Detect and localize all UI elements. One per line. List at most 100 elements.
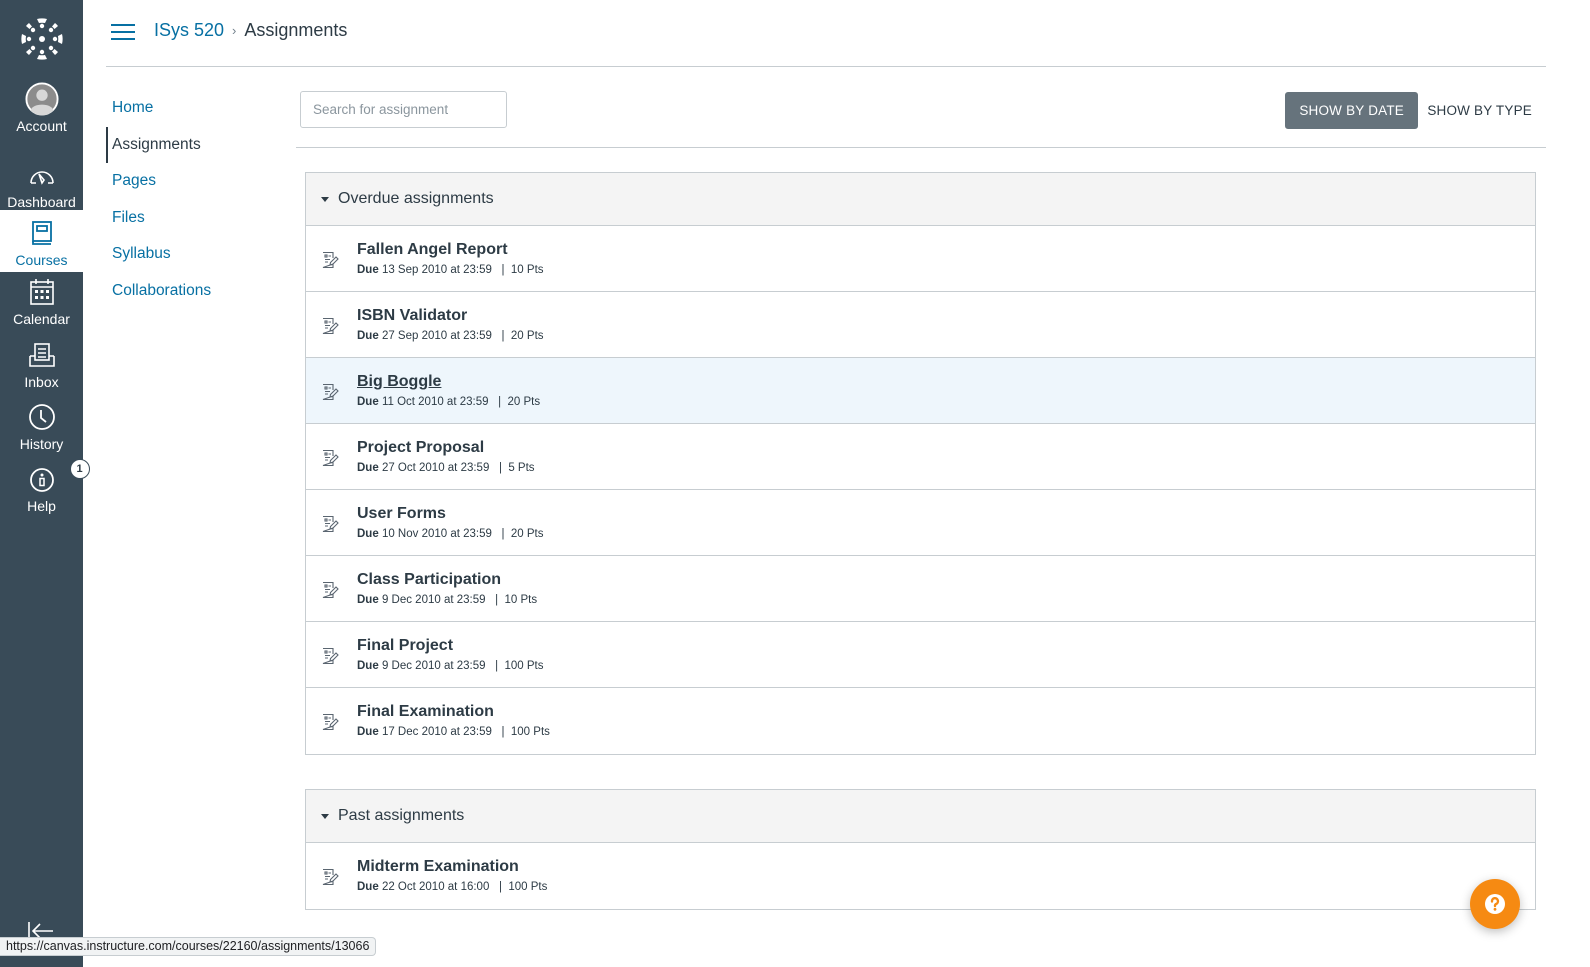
assignment-row[interactable]: Fallen Angel Report Due 13 Sep 2010 at 2…: [306, 226, 1535, 292]
caret-down-icon: [321, 196, 329, 202]
due-label: Due: [357, 462, 379, 474]
points: 100 Pts: [508, 881, 548, 893]
assignment-title-link[interactable]: Fallen Angel Report: [357, 241, 508, 259]
page-header: ISys 520 › Assignments: [106, 0, 1546, 67]
global-nav-inbox[interactable]: Inbox: [0, 338, 83, 396]
due-date: 27 Sep 2010 at 23:59: [381, 330, 492, 342]
global-nav-calendar-label: Calendar: [13, 311, 70, 327]
group-title: Past assignments: [338, 807, 465, 824]
global-nav-history[interactable]: History: [0, 400, 83, 458]
assignment-icon: [321, 713, 339, 731]
assignment-icon: [321, 317, 339, 335]
global-nav-courses-label: Courses: [15, 252, 68, 268]
points: 20 Pts: [510, 330, 544, 342]
due-date: 17 Dec 2010 at 23:59: [381, 726, 492, 738]
assignment-meta: Due 27 Oct 2010 at 23:59 | 5 Pts: [357, 462, 535, 474]
points: 20 Pts: [507, 396, 541, 408]
due-date: 9 Dec 2010 at 23:59: [381, 660, 486, 672]
due-date: 10 Nov 2010 at 23:59: [381, 528, 492, 540]
hamburger-icon: [111, 24, 135, 26]
canvas-logo[interactable]: [0, 10, 83, 68]
breadcrumb-separator-icon: ›: [232, 23, 237, 38]
global-nav-help-label: Help: [27, 498, 56, 514]
due-label: Due: [357, 396, 379, 408]
assignment-group-overdue: Overdue assignments Fallen Angel Report …: [305, 172, 1536, 755]
assignment-title-link[interactable]: ISBN Validator: [357, 307, 467, 325]
global-nav: Account Dashboard Courses Calendar Inbox…: [0, 0, 90, 967]
assignment-icon: [321, 515, 339, 533]
group-header-overdue[interactable]: Overdue assignments: [306, 173, 1535, 226]
due-label: Due: [357, 881, 379, 893]
assignment-meta: Due 10 Nov 2010 at 23:59 | 20 Pts: [357, 528, 544, 540]
assignment-title-link[interactable]: Big Boggle: [357, 373, 441, 391]
assignment-row[interactable]: ISBN Validator Due 27 Sep 2010 at 23:59 …: [306, 292, 1535, 358]
course-nav-collaborations[interactable]: Collaborations: [106, 273, 286, 310]
history-icon: [25, 400, 59, 434]
assignment-icon: [321, 647, 339, 665]
breadcrumb: ISys 520 › Assignments: [154, 20, 347, 41]
course-nav-files[interactable]: Files: [106, 200, 286, 237]
group-header-past[interactable]: Past assignments: [306, 790, 1535, 843]
inbox-icon: [25, 338, 59, 372]
global-nav-inbox-label: Inbox: [24, 374, 59, 390]
assignment-row[interactable]: Final Examination Due 17 Dec 2010 at 23:…: [306, 688, 1535, 754]
assignment-title-link[interactable]: Class Participation: [357, 571, 501, 589]
due-label: Due: [357, 528, 379, 540]
global-nav-courses[interactable]: Courses: [0, 210, 83, 272]
assignment-meta: Due 11 Oct 2010 at 23:59 | 20 Pts: [357, 396, 541, 408]
course-nav-home[interactable]: Home: [106, 90, 286, 127]
assignment-row[interactable]: User Forms Due 10 Nov 2010 at 23:59 | 20…: [306, 490, 1535, 556]
assignment-meta: Due 27 Sep 2010 at 23:59 | 20 Pts: [357, 330, 544, 342]
assignment-row[interactable]: Big Boggle Due 11 Oct 2010 at 23:59 | 20…: [306, 358, 1535, 424]
assignment-row[interactable]: Midterm Examination Due 22 Oct 2010 at 1…: [306, 843, 1535, 909]
assignments-toolbar: SHOW BY DATE SHOW BY TYPE: [296, 86, 1546, 148]
due-date: 11 Oct 2010 at 23:59: [381, 396, 489, 408]
assignment-title-link[interactable]: Final Examination: [357, 703, 494, 721]
question-mark-icon: [1485, 894, 1505, 914]
points: 100 Pts: [504, 660, 544, 672]
due-label: Due: [357, 330, 379, 342]
due-date: 9 Dec 2010 at 23:59: [381, 594, 486, 606]
points: 20 Pts: [510, 528, 544, 540]
assignment-row[interactable]: Final Project Due 9 Dec 2010 at 23:59 | …: [306, 622, 1535, 688]
global-nav-calendar[interactable]: Calendar: [0, 275, 83, 333]
due-label: Due: [357, 726, 379, 738]
caret-down-icon: [321, 813, 329, 819]
assignment-meta: Due 17 Dec 2010 at 23:59 | 100 Pts: [357, 726, 550, 738]
help-icon: 1: [25, 459, 90, 496]
course-nav-pages[interactable]: Pages: [106, 163, 286, 200]
global-nav-help[interactable]: 1 Help: [0, 459, 90, 520]
assignment-meta: Due 22 Oct 2010 at 16:00 | 100 Pts: [357, 881, 548, 893]
assignment-icon: [321, 868, 339, 886]
avatar-icon: [24, 82, 59, 116]
course-menu-toggle[interactable]: [111, 22, 137, 42]
global-nav-dashboard-label: Dashboard: [7, 194, 76, 210]
assignment-title-link[interactable]: User Forms: [357, 505, 446, 523]
help-fab-button[interactable]: [1470, 879, 1520, 929]
course-nav-assignments[interactable]: Assignments: [106, 126, 286, 163]
global-nav-account[interactable]: Account: [0, 82, 83, 144]
global-nav-account-label: Account: [16, 118, 67, 134]
course-nav: Home Assignments Pages Files Syllabus Co…: [106, 90, 286, 309]
assignment-row[interactable]: Project Proposal Due 27 Oct 2010 at 23:5…: [306, 424, 1535, 490]
assignment-meta: Due 9 Dec 2010 at 23:59 | 100 Pts: [357, 660, 544, 672]
points: 10 Pts: [504, 594, 538, 606]
assignment-meta: Due 13 Sep 2010 at 23:59 | 10 Pts: [357, 264, 544, 276]
assignment-icon: [321, 383, 339, 401]
show-by-date-button[interactable]: SHOW BY DATE: [1285, 92, 1418, 129]
hamburger-icon-line: [111, 38, 135, 40]
assignment-title-link[interactable]: Midterm Examination: [357, 858, 519, 876]
due-date: 22 Oct 2010 at 16:00: [381, 881, 490, 893]
assignment-title-link[interactable]: Final Project: [357, 637, 453, 655]
due-date: 27 Oct 2010 at 23:59: [381, 462, 490, 474]
group-title: Overdue assignments: [338, 190, 494, 207]
global-nav-dashboard[interactable]: Dashboard: [0, 152, 83, 210]
search-assignment-input[interactable]: [300, 91, 507, 128]
breadcrumb-course-link[interactable]: ISys 520: [154, 20, 224, 41]
assignment-title-link[interactable]: Project Proposal: [357, 439, 484, 457]
show-by-type-button[interactable]: SHOW BY TYPE: [1413, 92, 1546, 129]
assignment-row[interactable]: Class Participation Due 9 Dec 2010 at 23…: [306, 556, 1535, 622]
assignment-group-past: Past assignments Midterm Examination Due…: [305, 789, 1536, 910]
course-nav-syllabus[interactable]: Syllabus: [106, 236, 286, 273]
global-nav-history-label: History: [19, 436, 64, 452]
